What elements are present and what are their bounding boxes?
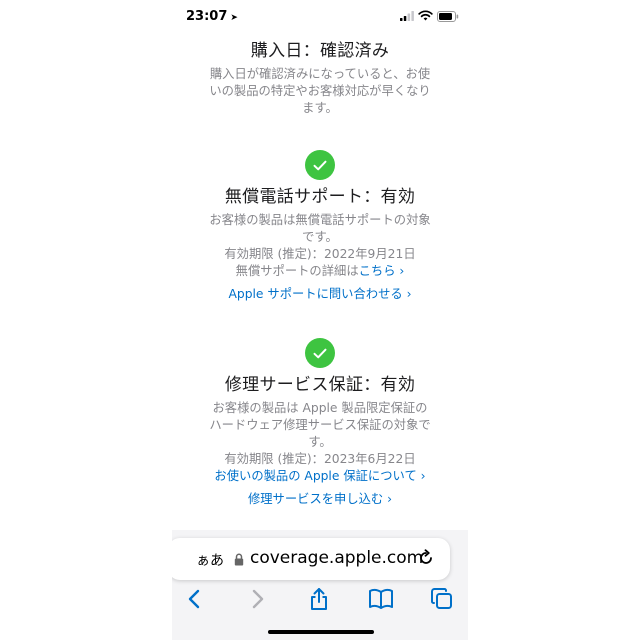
phone-support-desc-line: お客様の製品は無償電話サポートの対象 (209, 213, 431, 227)
coverage-content: 購入日：確認済み 購入日が確認済みになっていると、お使 いの製品の特定やお客様対… (172, 34, 468, 530)
phone-support-section: 無償電話サポート：有効 お客様の製品は無償電話サポートの対象 です。 有効期限 … (172, 150, 468, 303)
browser-toolbar (172, 582, 468, 618)
wifi-icon (418, 10, 433, 21)
phone-support-description: お客様の製品は無償電話サポートの対象 です。 (195, 212, 445, 246)
lock-icon (234, 553, 244, 566)
details-prefix: 無償サポートの詳細は (235, 264, 359, 278)
request-repair-link[interactable]: 修理サービスを申し込む › (172, 491, 468, 508)
time-text: 23:07 (186, 9, 228, 24)
details-link[interactable]: こちら › (359, 264, 405, 278)
contact-support-link[interactable]: Apple サポートに問い合わせる › (172, 286, 468, 303)
purchase-date-description: 購入日が確認済みになっていると、お使 いの製品の特定やお客様対応が早くなり ます… (195, 66, 445, 117)
location-icon: ➤ (230, 13, 238, 23)
back-icon[interactable] (181, 586, 207, 612)
phone-support-details: 無償サポートの詳細はこちら › (172, 263, 468, 280)
repair-expiry: 有効期限 (推定)：2023年6月22日 (224, 452, 416, 466)
repair-coverage-section: 修理サービス保証：有効 お客様の製品は Apple 製品限定保証の ハードウェア… (172, 338, 468, 508)
battery-icon (437, 11, 459, 22)
reload-icon[interactable] (417, 549, 435, 567)
address-bar[interactable]: ぁあ coverage.apple.com (172, 538, 450, 580)
purchase-date-title: 購入日：確認済み (250, 41, 390, 61)
check-icon (305, 338, 335, 368)
cellular-signal-icon (400, 11, 414, 21)
check-icon (305, 150, 335, 180)
safari-bottom-bar: ぁあ coverage.apple.com (172, 530, 468, 640)
url-text[interactable]: coverage.apple.com (250, 548, 423, 568)
purchase-date-section: 購入日：確認済み 購入日が確認済みになっていると、お使 いの製品の特定やお客様対… (172, 40, 468, 117)
share-icon[interactable] (306, 586, 332, 612)
purchase-desc-line: 購入日が確認済みになっていると、お使 (209, 67, 431, 81)
reader-aa-button[interactable]: ぁあ (196, 550, 224, 570)
repair-desc-line: お客様の製品は Apple 製品限定保証の (212, 401, 428, 415)
tabs-icon[interactable] (429, 586, 455, 612)
home-indicator[interactable] (268, 630, 374, 634)
phone-support-title: 無償電話サポート：有効 (224, 187, 416, 207)
warranty-info-link[interactable]: お使いの製品の Apple 保証について › (172, 468, 468, 485)
status-time: 23:07 ➤ (186, 9, 238, 24)
status-bar: 23:07 ➤ (172, 0, 468, 34)
purchase-desc-line: ます。 (302, 101, 338, 115)
repair-coverage-description: お客様の製品は Apple 製品限定保証の ハードウェア修理サービス保証の対象で… (195, 400, 445, 451)
purchase-desc-line: いの製品の特定やお客様対応が早くなり (209, 84, 431, 98)
forward-icon[interactable] (245, 586, 271, 612)
bookmarks-icon[interactable] (368, 586, 394, 612)
repair-coverage-title: 修理サービス保証：有効 (224, 375, 416, 395)
phone-screen: 23:07 ➤ 購入日：確認済み 購入日が確認済みになっていると、お使 いの製品の… (172, 0, 468, 640)
phone-support-expiry: 有効期限 (推定)：2022年9月21日 (224, 247, 416, 261)
repair-desc-line: す。 (308, 435, 332, 449)
repair-desc-line: ハードウェア修理サービス保証の対象で (209, 418, 431, 432)
phone-support-desc-line: です。 (302, 230, 338, 244)
